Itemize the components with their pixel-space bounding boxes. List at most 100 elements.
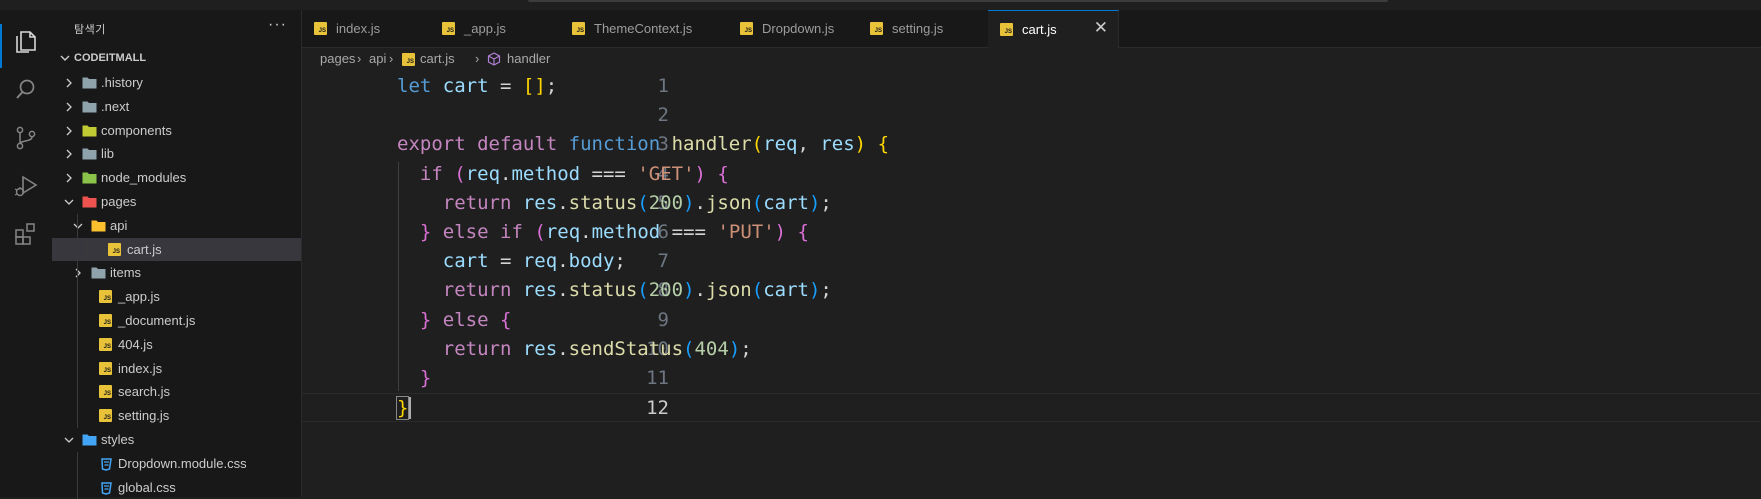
code-text: let cart = []; (397, 75, 558, 97)
tree-folder[interactable]: lib (52, 142, 301, 166)
source-control-icon[interactable] (12, 124, 40, 152)
run-debug-icon[interactable] (12, 172, 40, 200)
tree-folder[interactable]: components (52, 119, 301, 143)
code-line[interactable]: 11 } (302, 364, 1761, 393)
line-number: 1 (657, 75, 669, 97)
workspace-root-label: CODEITMALL (74, 52, 147, 64)
tree-file[interactable]: 404.js (52, 333, 301, 357)
code-text: } (395, 396, 410, 421)
tab-index-js[interactable]: index.js (302, 10, 431, 47)
tree-file[interactable]: Dropdown.module.css (52, 452, 301, 476)
folder-icon (82, 433, 97, 447)
line-number: 12 (646, 397, 669, 420)
code-line[interactable]: 12} (302, 393, 1761, 423)
tree-folder[interactable]: items (52, 261, 301, 285)
tree-folder[interactable]: styles (52, 428, 301, 452)
tab-cart-js[interactable]: cart.js ✕ (988, 10, 1119, 48)
tree-item-label: items (110, 265, 142, 281)
workspace-root[interactable]: CODEITMALL (52, 48, 301, 70)
code-text: } else if (req.method === 'PUT') { (419, 221, 809, 243)
tab-label: setting.js (892, 21, 944, 36)
folder-icon (82, 171, 97, 185)
tree-file[interactable]: global.css (52, 476, 301, 499)
code-line[interactable]: 10 return res.sendStatus(404); (302, 335, 1761, 364)
folder-icon (82, 100, 97, 114)
search-icon[interactable] (12, 76, 40, 104)
chevron-down-icon[interactable] (64, 435, 74, 445)
code-line[interactable]: 8 return res.status(200).json(cart); (302, 276, 1761, 305)
folder-icon (82, 147, 97, 161)
explorer-icon[interactable] (12, 28, 40, 56)
code-editor[interactable]: 1 let cart = []; 2 3 export default function… (302, 72, 1761, 497)
chevron-right-icon: › (475, 51, 480, 66)
tree-item-label: .next (101, 98, 130, 114)
code-line[interactable]: 7 cart = req.body; (302, 247, 1761, 276)
code-line[interactable]: 6 } else if (req.method === 'PUT') { (302, 218, 1761, 247)
code-text: return res.status(200).json(cart); (442, 279, 832, 302)
tree-file[interactable]: _document.js (52, 309, 301, 333)
tab-label: cart.js (1022, 22, 1057, 37)
more-actions-icon[interactable]: ··· (268, 16, 287, 34)
chevron-right-icon[interactable] (64, 173, 74, 183)
code-line[interactable]: 5 return res.status(200).json(cart); (302, 189, 1761, 218)
chevron-right-icon[interactable] (64, 102, 74, 112)
code-text: } else { (419, 308, 512, 331)
tree-item-label: search.js (118, 384, 171, 400)
js-file-icon (442, 22, 455, 35)
chevron-right-icon[interactable] (73, 268, 83, 278)
code-line[interactable]: 3 export default function handler(req, re… (302, 130, 1761, 159)
chevron-down-icon[interactable] (73, 221, 83, 231)
chevron-right-icon: › (357, 51, 362, 66)
code-text: return res.status(200).json(cart); (442, 191, 832, 214)
code-line[interactable]: 1 let cart = []; (302, 72, 1761, 101)
chevron-down-icon (60, 55, 70, 61)
breadcrumb-item-handler[interactable]: handler (507, 51, 550, 66)
tab-setting-js[interactable]: setting.js (858, 10, 989, 47)
tree-folder[interactable]: .history (52, 71, 301, 95)
tree-folder[interactable]: pages (52, 190, 301, 214)
close-icon[interactable]: ✕ (1094, 18, 1108, 38)
indent-guide (77, 213, 78, 428)
chevron-right-icon[interactable] (64, 78, 74, 88)
code-line[interactable]: 4 if (req.method === 'GET') { (302, 160, 1761, 189)
chevron-down-icon[interactable] (64, 197, 74, 207)
js-file-icon (99, 409, 114, 423)
tree-item-label: lib (101, 146, 115, 162)
tab-dropdown-js[interactable]: Dropdown.js (728, 10, 859, 47)
folder-icon (82, 124, 97, 138)
tree-item-label: Dropdown.module.css (118, 455, 247, 471)
code-line[interactable]: 9 } else { (302, 306, 1761, 335)
extensions-icon[interactable] (12, 220, 40, 248)
tree-item-label: 404.js (118, 336, 153, 352)
tree-file[interactable]: cart.js (52, 237, 301, 262)
tab-label: Dropdown.js (762, 21, 835, 36)
tree-folder[interactable]: node_modules (52, 166, 301, 190)
line-number: 9 (657, 308, 669, 331)
explorer-sidebar: 탐색기 ··· CODEITMALL .history .next componen… (52, 10, 302, 499)
tree-folder[interactable]: api (52, 214, 301, 238)
chevron-right-icon[interactable] (64, 149, 74, 159)
tree-file[interactable]: setting.js (52, 404, 301, 428)
tree-file[interactable]: search.js (52, 380, 301, 404)
chevron-right-icon[interactable] (64, 126, 74, 136)
tree-folder[interactable]: .next (52, 95, 301, 119)
tree-item-label: setting.js (118, 408, 170, 424)
js-file-icon (99, 337, 114, 352)
tab--app-js[interactable]: _app.js (430, 10, 561, 47)
js-file-icon (870, 22, 883, 35)
code-text: export default function handler(req, res… (397, 133, 890, 156)
tab-themecontext-js[interactable]: ThemeContext.js (560, 10, 729, 47)
explorer-header: 탐색기 ··· (52, 10, 301, 45)
code-text: } (419, 367, 432, 389)
breadcrumb-item-api[interactable]: api (369, 51, 386, 66)
indent-guide (398, 161, 399, 392)
tree-file[interactable]: _app.js (52, 285, 301, 309)
folder-icon (82, 195, 97, 209)
breadcrumb-item-cart-js[interactable]: cart.js (420, 51, 455, 66)
command-center-edge[interactable] (528, 0, 1388, 2)
css-file-icon (99, 481, 114, 495)
css-file-icon (99, 457, 114, 471)
tree-file[interactable]: index.js (52, 357, 301, 381)
breadcrumb-item-pages[interactable]: pages (320, 51, 355, 66)
code-line[interactable]: 2 (302, 101, 1761, 130)
